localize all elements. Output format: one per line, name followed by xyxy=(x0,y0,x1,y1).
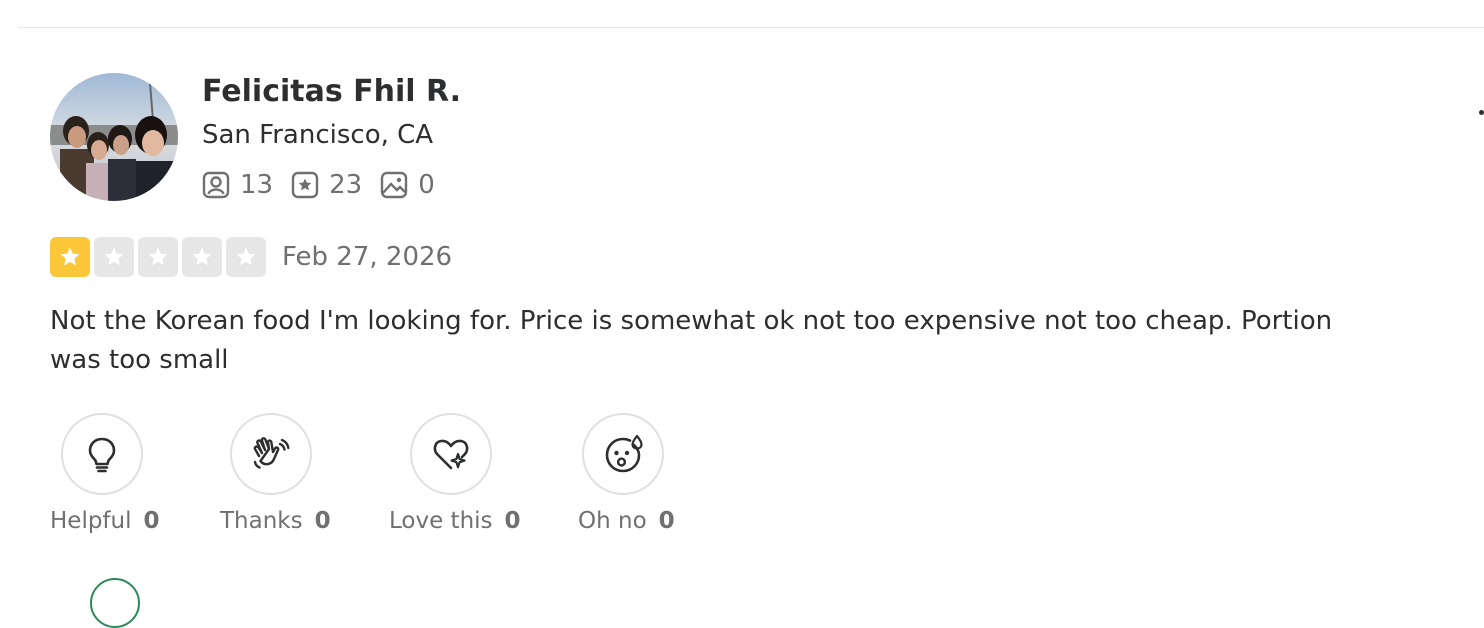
thanks-label: Thanks 0 xyxy=(220,508,331,534)
lightbulb-icon xyxy=(88,437,116,473)
helpful-label: Helpful 0 xyxy=(50,508,160,534)
star-icon xyxy=(104,247,124,266)
helpful-text: Helpful xyxy=(50,508,132,534)
helpful-button[interactable] xyxy=(61,413,143,495)
helpful-count: 0 xyxy=(135,508,160,534)
love-this-count: 0 xyxy=(496,508,521,534)
user-name[interactable]: Felicitas Fhil R. xyxy=(202,74,461,109)
friends-icon xyxy=(202,171,230,199)
photos-count: 0 xyxy=(418,170,435,200)
waving-hands-icon xyxy=(253,437,290,469)
review-date: Feb 27, 2026 xyxy=(282,242,453,272)
star-5 xyxy=(226,237,266,277)
heart-sparkle-icon xyxy=(433,439,469,470)
reviews-count: 23 xyxy=(329,170,363,200)
oh-no-count: 0 xyxy=(650,508,675,534)
star-icon xyxy=(236,247,256,266)
oh-no-label: Oh no 0 xyxy=(578,508,675,534)
star-2 xyxy=(94,237,134,277)
user-location: San Francisco, CA xyxy=(202,120,434,150)
love-this-text: Love this xyxy=(389,508,493,534)
thanks-text: Thanks xyxy=(220,508,303,534)
photos-stat: 0 xyxy=(380,170,435,200)
reviews-stat: 23 xyxy=(291,170,362,200)
next-review-avatar xyxy=(90,578,140,628)
friends-stat: 13 xyxy=(202,170,273,200)
love-this-label: Love this 0 xyxy=(389,508,521,534)
star-1 xyxy=(50,237,90,277)
review-text: Not the Korean food I'm looking for. Pri… xyxy=(50,306,1333,375)
rating-row: Feb 27, 2026 xyxy=(50,237,452,277)
oh-no-button[interactable] xyxy=(582,413,664,495)
friends-count: 13 xyxy=(240,170,274,200)
star-3 xyxy=(138,237,178,277)
review-star-icon xyxy=(291,171,319,199)
star-icon xyxy=(192,247,212,266)
more-options-icon[interactable] xyxy=(1479,110,1484,115)
star-icon xyxy=(60,247,80,266)
user-avatar[interactable] xyxy=(50,73,178,201)
thanks-count: 0 xyxy=(306,508,331,534)
user-stats: 13 23 0 xyxy=(202,168,453,202)
star-4 xyxy=(182,237,222,277)
thanks-button[interactable] xyxy=(230,413,312,495)
photo-icon xyxy=(380,171,408,199)
avatar-photo xyxy=(50,73,178,201)
surprised-face-icon xyxy=(605,434,643,473)
love-this-button[interactable] xyxy=(410,413,492,495)
star-icon xyxy=(148,247,168,266)
review-card: Felicitas Fhil R. San Francisco, CA 13 2… xyxy=(0,0,1484,628)
oh-no-text: Oh no xyxy=(578,508,647,534)
star-rating xyxy=(50,237,270,277)
